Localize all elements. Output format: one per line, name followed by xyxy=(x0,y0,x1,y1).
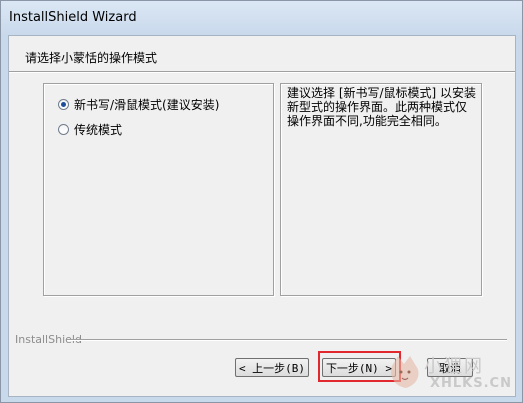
description-panel: 建议选择 [新书写/鼠标模式] 以安装新型式的操作界面。此两种模式仅操作界面不同… xyxy=(280,83,482,296)
option-new-writing-mode[interactable]: 新书写/滑鼠模式(建议安装) xyxy=(58,96,219,113)
footer-divider xyxy=(67,339,507,341)
window-title: InstallShield Wizard xyxy=(9,10,137,25)
watermark-domain: XHLKS.CN xyxy=(430,376,512,391)
option-traditional-mode[interactable]: 传统模式 xyxy=(58,121,122,138)
site-watermark: 小狸网 XHLKS.CN xyxy=(388,354,518,398)
option-label: 传统模式 xyxy=(74,123,123,137)
installshield-window: InstallShield Wizard 请选择小蒙恬的操作模式 新书写/滑鼠模… xyxy=(0,0,523,403)
radio-button[interactable] xyxy=(58,124,69,135)
description-text: 建议选择 [新书写/鼠标模式] 以安装新型式的操作界面。此两种模式仅操作界面不同… xyxy=(287,86,477,128)
header-divider xyxy=(9,71,515,73)
title-bar[interactable]: InstallShield Wizard xyxy=(1,1,522,35)
instruction-text: 请选择小蒙恬的操作模式 xyxy=(25,51,158,65)
wizard-header: 请选择小蒙恬的操作模式 xyxy=(9,36,515,70)
back-button[interactable]: < 上一步(B) xyxy=(235,358,309,377)
radio-button-selected[interactable] xyxy=(58,99,69,110)
fox-logo-icon xyxy=(391,356,419,388)
wizard-dialog: 请选择小蒙恬的操作模式 新书写/滑鼠模式(建议安装) 传统模式 建议选择 [新书… xyxy=(8,35,516,397)
mode-options-panel: 新书写/滑鼠模式(建议安装) 传统模式 xyxy=(43,83,274,296)
watermark-site-name: 小狸网 xyxy=(424,356,484,377)
option-label: 新书写/滑鼠模式(建议安装) xyxy=(74,98,220,112)
